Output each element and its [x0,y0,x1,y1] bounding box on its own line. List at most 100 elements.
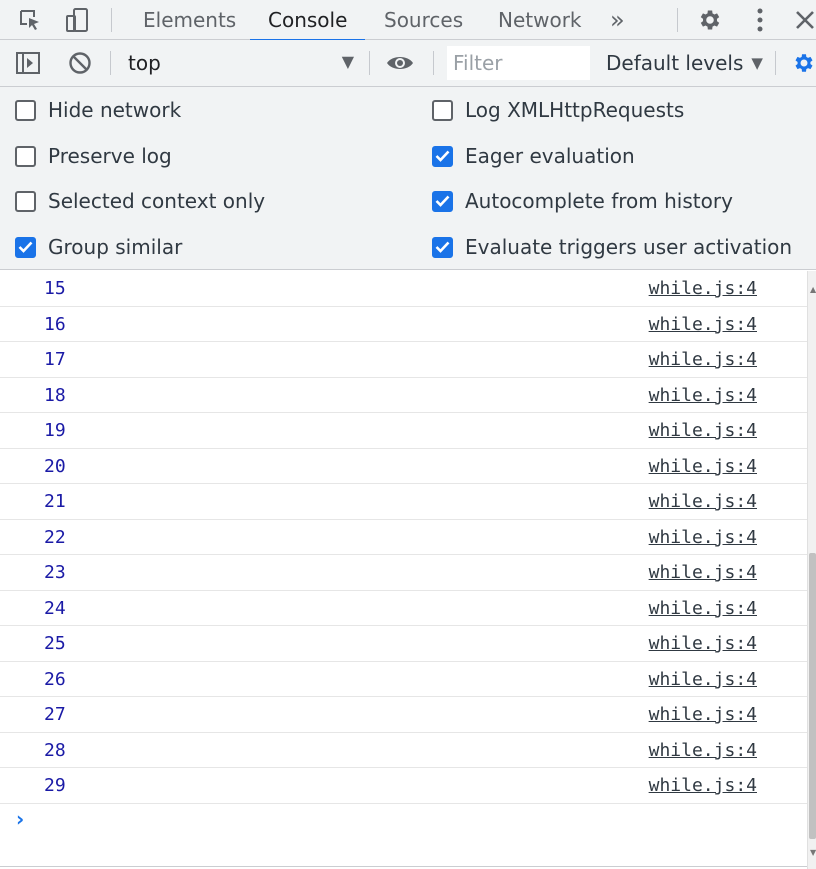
console-prompt-icon[interactable]: › [16,807,24,831]
devtools-tab-bar: Elements Console Sources Network » [0,0,816,41]
console-message-row: 16 while.js:4 [0,307,807,342]
selected-context-only-option[interactable]: Selected context only [15,186,265,216]
console-message-value: 28 [44,739,66,761]
sidebar-toggle-icon[interactable] [12,40,44,86]
eager-evaluation-checkbox[interactable] [432,145,453,167]
console-message-value: 23 [44,562,66,583]
eager-evaluation-label: Eager evaluation [465,144,635,168]
eye-icon[interactable] [382,40,418,86]
console-message-row: 25 while.js:4 [0,626,807,662]
console-message-value: 15 [44,278,66,299]
log-xmlhttprequests-option[interactable]: Log XMLHttpRequests [432,95,684,125]
console-message-value: 21 [44,491,66,512]
autocomplete-from-history-checkbox[interactable] [432,190,453,212]
clear-console-icon[interactable] [64,40,96,86]
selected-context-only-label: Selected context only [48,189,266,213]
eager-evaluation-option[interactable]: Eager evaluation [432,141,635,171]
dropdown-arrow-icon: ▼ [751,54,763,72]
preserve-log-option[interactable]: Preserve log [15,141,172,171]
toolbar-separator [677,8,678,32]
device-toggle-icon[interactable] [60,0,94,40]
log-levels-label: Default levels [606,51,744,75]
console-message-row: 22 while.js:4 [0,520,807,555]
toolbar-separator [369,51,370,75]
evaluate-triggers-user-activation-label: Evaluate triggers user activation [465,235,793,259]
context-selector-value: top [128,51,161,75]
filter-input[interactable] [447,46,590,80]
evaluate-triggers-user-activation-checkbox[interactable] [432,236,453,258]
log-xmlhttprequests-label: Log XMLHttpRequests [465,98,685,122]
console-message-row: 21 while.js:4 [0,484,807,520]
console-message-row: 27 while.js:4 [0,697,807,733]
console-message-row: 17 while.js:4 [0,342,807,378]
source-link[interactable]: while.js:4 [649,314,757,335]
console-message-value: 25 [44,633,66,654]
console-message-row: 19 while.js:4 [0,413,807,449]
source-link[interactable]: while.js:4 [649,491,757,512]
console-message-row: 15 while.js:4 [0,271,807,307]
log-levels-dropdown[interactable]: Default levels ▼ [606,40,763,86]
gear-icon[interactable] [694,0,726,40]
source-link[interactable]: while.js:4 [649,420,757,441]
toolbar-separator [110,51,111,75]
hide-network-checkbox[interactable] [15,99,36,121]
close-icon[interactable] [794,0,816,40]
console-message-row: 20 while.js:4 [0,449,807,484]
scroll-down-arrow-icon[interactable]: ▼ [810,848,816,857]
group-similar-label: Group similar [48,235,183,259]
source-link[interactable]: while.js:4 [649,278,757,299]
evaluate-triggers-user-activation-option[interactable]: Evaluate triggers user activation [432,232,792,262]
hide-network-option[interactable]: Hide network [15,95,181,125]
source-link[interactable]: while.js:4 [649,562,757,583]
source-link[interactable]: while.js:4 [649,456,757,477]
console-scrollbar[interactable]: ▲ ▼ [807,271,816,869]
console-message-value: 24 [44,597,66,619]
source-link[interactable]: while.js:4 [649,527,757,548]
tab-network[interactable]: Network [498,0,582,40]
console-message-value: 17 [44,349,66,370]
console-message-row: 28 while.js:4 [0,733,807,768]
source-link[interactable]: while.js:4 [649,775,757,796]
console-message-value: 20 [44,455,66,477]
console-message-value: 26 [44,668,66,690]
source-link[interactable]: while.js:4 [649,598,757,619]
settings-gear-icon[interactable] [792,40,816,86]
inspect-icon[interactable] [14,0,46,40]
console-settings-pane: Hide network Preserve log Selected conte… [0,87,816,270]
scroll-up-arrow-icon[interactable]: ▲ [810,285,816,294]
console-message-value: 18 [44,384,66,406]
console-message-value: 16 [44,313,66,335]
group-similar-checkbox[interactable] [15,236,36,258]
source-link[interactable]: while.js:4 [649,669,757,690]
autocomplete-from-history-option[interactable]: Autocomplete from history [432,186,733,216]
console-message-row: 24 while.js:4 [0,591,807,626]
source-link[interactable]: while.js:4 [649,385,757,406]
console-toolbar: top ▼ Default levels ▼ [0,40,816,87]
tabs-overflow-button[interactable]: » [610,0,625,40]
console-message-value: 22 [44,526,66,548]
preserve-log-label: Preserve log [48,144,172,168]
source-link[interactable]: while.js:4 [649,740,757,761]
console-message-row: 26 while.js:4 [0,662,807,697]
source-link[interactable]: while.js:4 [649,349,757,370]
source-link[interactable]: while.js:4 [649,633,757,654]
autocomplete-from-history-label: Autocomplete from history [465,189,733,213]
toolbar-separator [433,51,434,75]
dropdown-arrow-icon: ▼ [341,52,354,71]
kebab-menu-icon[interactable] [748,0,772,40]
preserve-log-checkbox[interactable] [15,145,36,167]
console-message-row: 23 while.js:4 [0,555,807,591]
selected-context-only-checkbox[interactable] [15,190,36,212]
source-link[interactable]: while.js:4 [649,704,757,725]
tab-sources[interactable]: Sources [384,0,463,40]
log-xmlhttprequests-checkbox[interactable] [432,99,453,121]
group-similar-option[interactable]: Group similar [15,232,182,262]
console-message-row: 18 while.js:4 [0,378,807,413]
toolbar-separator [111,8,112,32]
tab-elements[interactable]: Elements [143,0,236,40]
scrollbar-thumb[interactable] [809,553,816,839]
console-message-value: 27 [44,704,66,725]
tab-console[interactable]: Console [250,0,366,41]
hide-network-label: Hide network [48,98,182,122]
context-selector[interactable]: top ▼ [118,40,362,86]
